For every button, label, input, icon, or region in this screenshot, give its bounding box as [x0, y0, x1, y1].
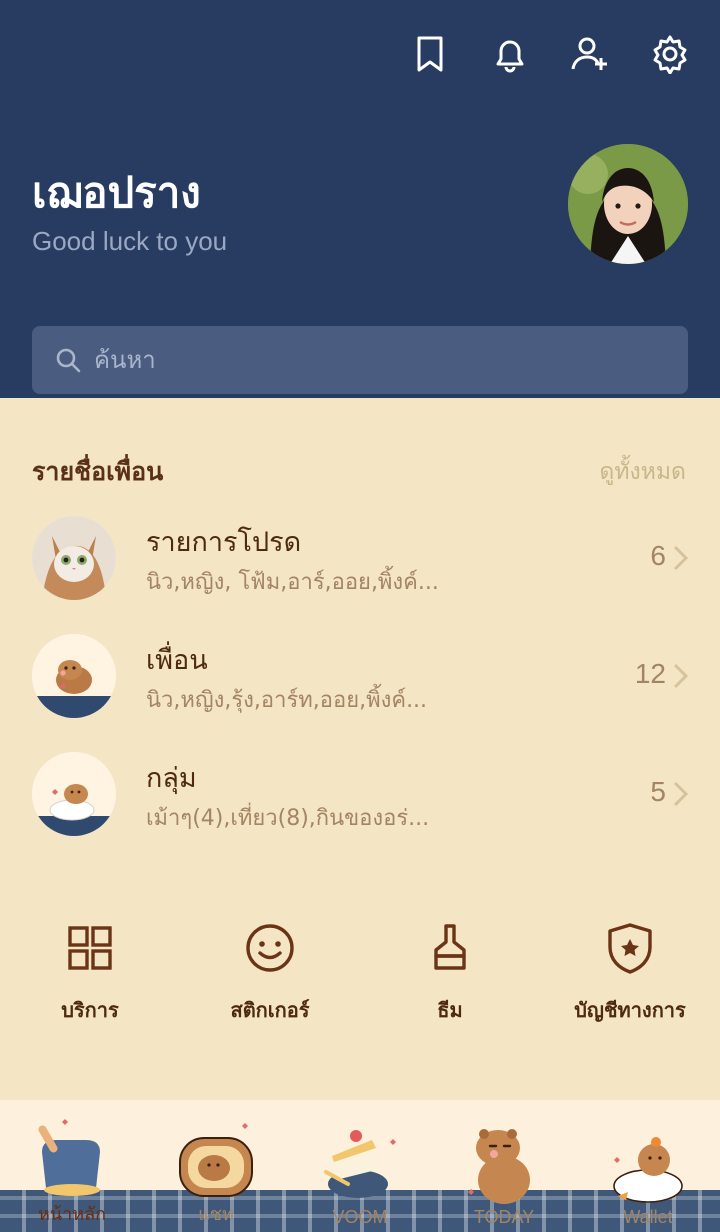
- bookmark-icon[interactable]: [408, 32, 452, 76]
- shield-star-icon: [608, 923, 652, 974]
- nav-chat-label: แชท: [198, 1204, 234, 1224]
- theme-button[interactable]: ธีม: [360, 920, 540, 1030]
- friend-group-members: เม้าๆ(4),เที่ยว(8),กินของอร่...: [146, 806, 430, 831]
- friend-group-count: 12: [634, 658, 666, 689]
- nav-today[interactable]: TODAY: [432, 1100, 576, 1232]
- brush-icon: [434, 924, 466, 970]
- gear-icon[interactable]: [648, 32, 692, 76]
- nav-today-label: TODAY: [473, 1207, 535, 1227]
- chevron-right-icon: [673, 781, 689, 807]
- bell-icon[interactable]: [488, 32, 532, 76]
- sticker-button[interactable]: สติกเกอร์: [180, 920, 360, 1030]
- friend-row-groups[interactable]: กลุ่ม เม้าๆ(4),เที่ยว(8),กินของอร่... 5: [0, 738, 720, 848]
- search-bar[interactable]: [32, 326, 688, 394]
- official-account-button[interactable]: บัญชีทางการ: [540, 920, 720, 1030]
- service-shortcuts: บริการ สติกเกอร์ ธีม บัญชีทางการ: [0, 920, 720, 1030]
- friend-group-members: นิว,หญิง,รุ้ง,อาร์ท,ออย,พิ้งค์...: [146, 688, 428, 713]
- duck-capybara-icon: [613, 1137, 683, 1203]
- see-all-link[interactable]: ดูทั้งหมด: [599, 454, 686, 490]
- bottom-navigation: หน้าหลัก แชท VOOM TODAY Wallet: [0, 1100, 720, 1232]
- friends-avatar: [32, 634, 116, 718]
- grid-icon: [68, 926, 112, 970]
- friend-group-count: 6: [650, 540, 666, 571]
- friend-group-title: รายการโปรด: [146, 527, 302, 558]
- official-account-label: บัญชีทางการ: [574, 998, 686, 1022]
- nav-wallet[interactable]: Wallet: [576, 1100, 720, 1232]
- nav-voom[interactable]: VOOM: [288, 1100, 432, 1232]
- nav-home-label: หน้าหลัก: [37, 1204, 107, 1224]
- groups-avatar: [32, 752, 116, 836]
- profile-name[interactable]: เฌอปราง: [32, 160, 201, 226]
- service-button[interactable]: บริการ: [0, 920, 180, 1030]
- chevron-right-icon: [673, 663, 689, 689]
- nav-chat[interactable]: แชท: [144, 1100, 288, 1232]
- add-friend-icon[interactable]: [568, 32, 612, 76]
- service-label: บริการ: [61, 998, 119, 1022]
- friend-group-members: นิว,หญิง, โฟ้ม,อาร์,ออย,พิ้งค์...: [146, 570, 439, 595]
- sticker-label: สติกเกอร์: [230, 998, 310, 1022]
- chat-icon: [179, 1123, 253, 1197]
- friend-row-favorites[interactable]: รายการโปรด นิว,หญิง, โฟ้ม,อาร์,ออย,พิ้งค…: [0, 502, 720, 612]
- profile-header: เฌอปราง Good luck to you: [0, 0, 720, 398]
- theme-label: ธีม: [437, 998, 463, 1022]
- search-icon: [56, 348, 81, 373]
- capybara-icon: [468, 1129, 530, 1204]
- nav-wallet-label: Wallet: [623, 1207, 673, 1227]
- nav-voom-label: VOOM: [332, 1207, 388, 1227]
- friend-row-friends[interactable]: เพื่อน นิว,หญิง,รุ้ง,อาร์ท,ออย,พิ้งค์...…: [0, 620, 720, 730]
- profile-status-message[interactable]: Good luck to you: [32, 226, 227, 257]
- friend-group-count: 5: [650, 776, 666, 807]
- home-icon: [38, 1119, 100, 1196]
- cake-icon: [324, 1130, 396, 1198]
- smiley-icon: [246, 924, 294, 972]
- nav-home[interactable]: หน้าหลัก: [0, 1100, 144, 1232]
- friends-section-title: รายชื่อเพื่อน: [32, 457, 164, 486]
- profile-avatar[interactable]: [568, 144, 688, 264]
- friend-group-title: กลุ่ม: [146, 763, 197, 794]
- top-icon-bar: [408, 32, 692, 76]
- search-input[interactable]: [94, 346, 654, 374]
- favorites-avatar: [32, 516, 116, 600]
- friend-group-title: เพื่อน: [146, 645, 208, 676]
- chevron-right-icon: [673, 545, 689, 571]
